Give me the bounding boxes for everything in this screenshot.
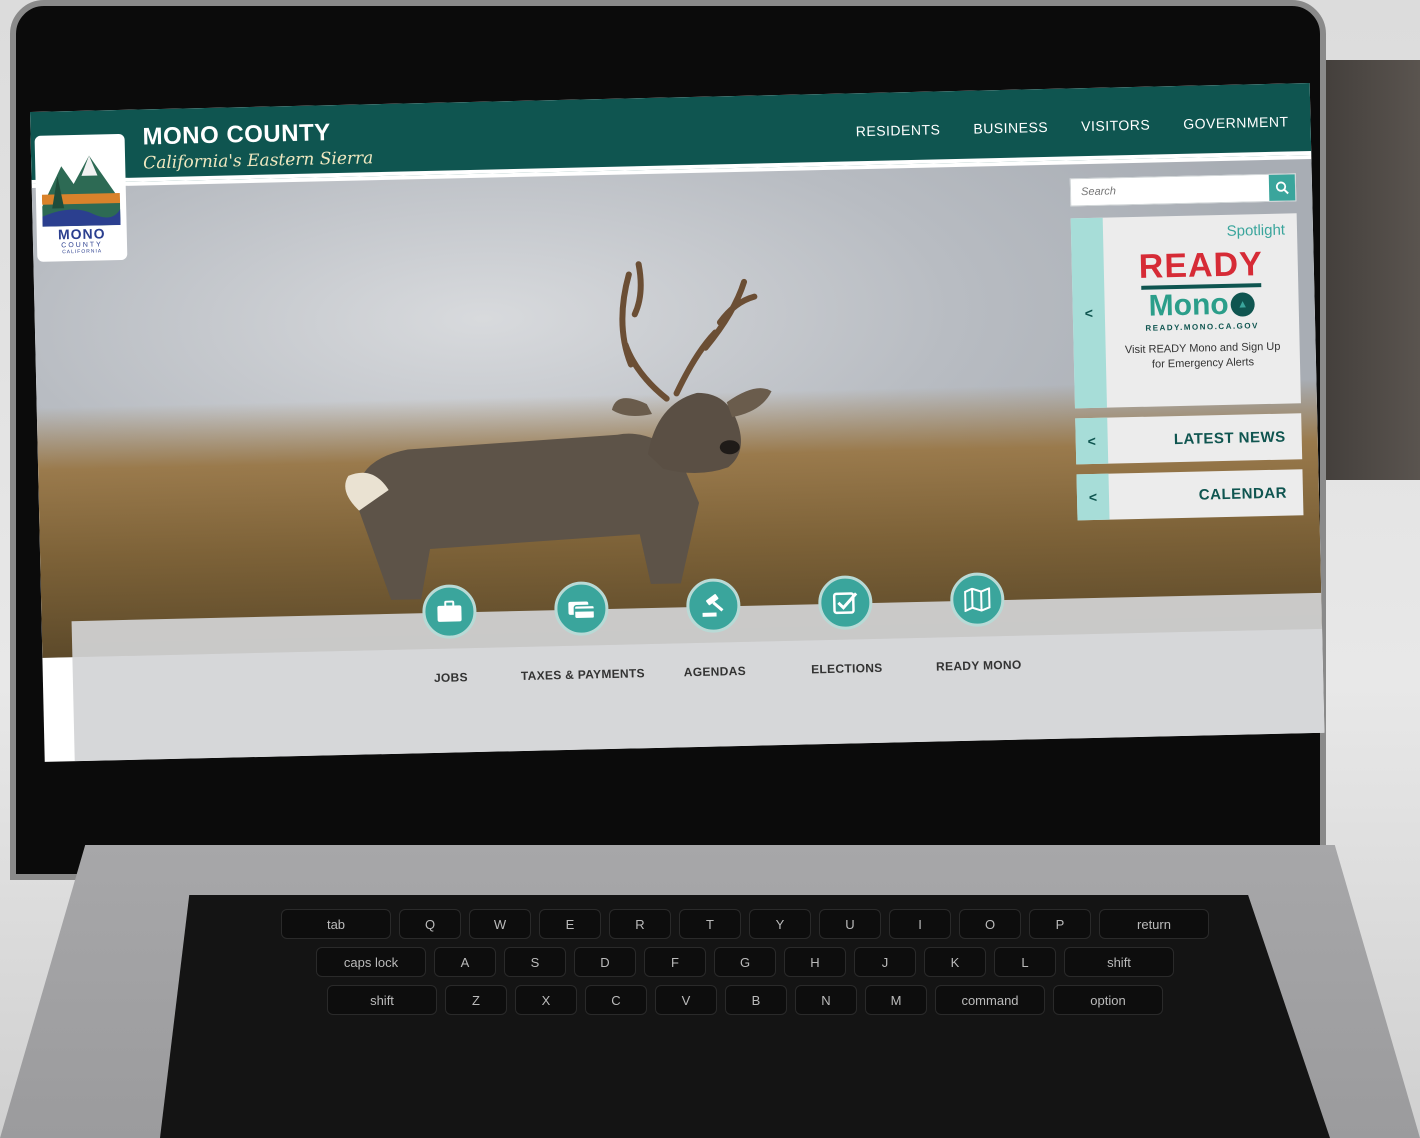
county-logo[interactable]: MONO COUNTY CALIFORNIA (36, 135, 126, 260)
latest-news-title: LATEST NEWS (1173, 428, 1286, 448)
key-v[interactable]: V (655, 985, 717, 1015)
mountain-logo-icon (41, 155, 121, 227)
mono-logo-text: Mono (1148, 287, 1230, 323)
key-k[interactable]: K (924, 947, 986, 977)
tent-icon: ▲ (1230, 292, 1255, 317)
gavel-icon (685, 578, 741, 634)
latest-news-card[interactable]: < LATEST NEWS (1075, 413, 1303, 465)
nav-visitors[interactable]: VISITORS (1081, 117, 1150, 135)
search-box (1069, 173, 1297, 207)
spotlight-panel: < Spotlight READY Mono ▲ READY.MONO.CA.G… (1070, 213, 1301, 409)
key-n[interactable]: N (795, 985, 857, 1015)
key-row-middle: caps lock A S D F G H J K L shift (200, 947, 1290, 977)
key-shift-right[interactable]: shift (1064, 947, 1174, 977)
key-h[interactable]: H (784, 947, 846, 977)
main-nav: RESIDENTS BUSINESS VISITORS GOVERNMENT (856, 113, 1289, 139)
key-c[interactable]: C (585, 985, 647, 1015)
nav-business[interactable]: BUSINESS (973, 119, 1048, 137)
quicklink-taxes-payments[interactable]: TAXES & PAYMENTS (521, 581, 645, 683)
key-f[interactable]: F (644, 947, 706, 977)
quicklink-label: AGENDAS (683, 663, 747, 680)
key-row-top: tab Q W E R T Y U I O P return (200, 909, 1290, 939)
spotlight-label: Spotlight (1226, 221, 1286, 240)
key-w[interactable]: W (469, 909, 531, 939)
spotlight-caption: Visit READY Mono and Sign Up for Emergen… (1124, 340, 1281, 371)
key-d[interactable]: D (574, 947, 636, 977)
key-s[interactable]: S (504, 947, 566, 977)
key-option[interactable]: option (1053, 985, 1163, 1015)
key-b[interactable]: B (725, 985, 787, 1015)
search-input[interactable] (1070, 174, 1270, 206)
calendar-toggle[interactable]: < (1076, 473, 1110, 521)
quicklink-label: TAXES & PAYMENTS (520, 666, 646, 684)
key-m[interactable]: M (865, 985, 927, 1015)
key-i[interactable]: I (889, 909, 951, 939)
calendar-title: CALENDAR (1198, 484, 1288, 504)
briefcase-icon (421, 584, 478, 640)
site-title: MONO COUNTY (142, 119, 332, 151)
nav-government[interactable]: GOVERNMENT (1183, 113, 1289, 131)
quicklink-ready-mono[interactable]: READY MONO (936, 572, 1022, 674)
site-tagline: California's Eastern Sierra (142, 148, 374, 174)
quick-links-row: JOBS TAXES & PAYMENTS AGENDAS ELECTIONS (411, 572, 1022, 686)
key-command[interactable]: command (935, 985, 1045, 1015)
logo-mono-text: MONO (57, 225, 106, 243)
spotlight-body[interactable]: Spotlight READY Mono ▲ READY.MONO.CA.GOV… (1103, 213, 1301, 407)
calendar-card[interactable]: < CALENDAR (1076, 469, 1304, 521)
key-return[interactable]: return (1099, 909, 1209, 939)
key-tab[interactable]: tab (281, 909, 391, 939)
key-q[interactable]: Q (399, 909, 461, 939)
credit-card-icon (553, 581, 610, 637)
key-p[interactable]: P (1029, 909, 1091, 939)
checkbox-icon (817, 575, 873, 631)
key-caps-lock[interactable]: caps lock (316, 947, 426, 977)
key-e[interactable]: E (539, 909, 601, 939)
latest-news-toggle[interactable]: < (1075, 417, 1109, 465)
search-icon (1275, 181, 1289, 195)
quicklink-label: JOBS (433, 670, 469, 685)
key-z[interactable]: Z (445, 985, 507, 1015)
brand[interactable]: MONO COUNTY California's Eastern Sierra (142, 118, 373, 173)
key-g[interactable]: G (714, 947, 776, 977)
nav-residents[interactable]: RESIDENTS (856, 121, 941, 139)
key-o[interactable]: O (959, 909, 1021, 939)
quicklink-agendas[interactable]: AGENDAS (675, 578, 753, 680)
key-row-bottom: shift Z X C V B N M command option (200, 985, 1290, 1015)
search-button[interactable] (1268, 174, 1296, 201)
key-r[interactable]: R (609, 909, 671, 939)
quicklink-label: ELECTIONS (811, 660, 883, 677)
map-icon (949, 572, 1005, 628)
key-shift-left[interactable]: shift (327, 985, 437, 1015)
ready-url: READY.MONO.CA.GOV (1145, 321, 1260, 333)
mono-logo: Mono ▲ (1148, 287, 1255, 323)
key-t[interactable]: T (679, 909, 741, 939)
key-a[interactable]: A (434, 947, 496, 977)
key-x[interactable]: X (515, 985, 577, 1015)
key-l[interactable]: L (994, 947, 1056, 977)
key-u[interactable]: U (819, 909, 881, 939)
quicklink-label: READY MONO (935, 657, 1022, 674)
website-screen: MONO COUNTY California's Eastern Sierra … (30, 82, 1325, 762)
keyboard: tab Q W E R T Y U I O P return caps lock… (160, 895, 1330, 1138)
spotlight-toggle[interactable]: < (1070, 217, 1107, 409)
key-y[interactable]: Y (749, 909, 811, 939)
quicklink-jobs[interactable]: JOBS (411, 584, 489, 686)
quick-links-bar: JOBS TAXES & PAYMENTS AGENDAS ELECTIONS (71, 572, 1325, 762)
quicklink-elections[interactable]: ELECTIONS (807, 575, 885, 677)
key-j[interactable]: J (854, 947, 916, 977)
logo-california-text: CALIFORNIA (62, 248, 103, 256)
ready-logo-text: READY (1138, 245, 1264, 286)
